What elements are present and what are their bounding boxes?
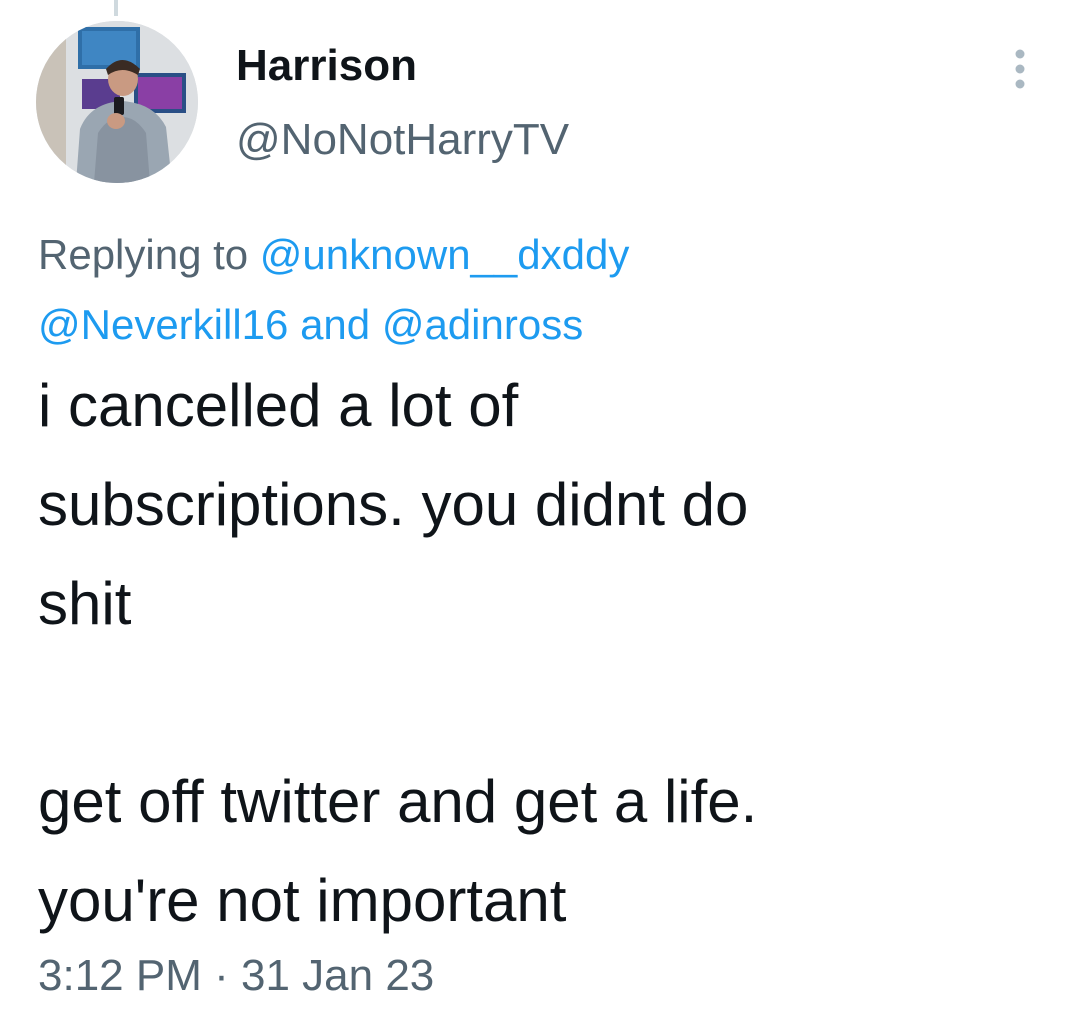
mention-link-unknown-dxddy[interactable]: @unknown__dxddy xyxy=(260,231,630,278)
replying-to-line: Replying to @unknown__dxddy @Neverkill16… xyxy=(38,220,1038,360)
more-vertical-icon xyxy=(1015,49,1025,89)
tweet-text-line: you're not important xyxy=(38,867,567,934)
tweet-text-line: i cancelled a lot of xyxy=(38,372,519,439)
mention-link-adinross[interactable]: @adinross xyxy=(382,301,583,348)
tweet-date[interactable]: 31 Jan 23 xyxy=(241,951,434,1000)
more-options-button[interactable] xyxy=(1002,46,1038,92)
tweet-text: i cancelled a lot of subscriptions. you … xyxy=(38,356,1048,950)
replying-to-connector: and xyxy=(300,301,371,348)
replying-to-label: Replying to xyxy=(38,231,249,278)
tweet-text-line: get off twitter and get a life. xyxy=(38,768,758,835)
tweet-text-line: subscriptions. you didnt do xyxy=(38,471,749,538)
tweet-time[interactable]: 3:12 PM xyxy=(38,951,202,1000)
author-handle[interactable]: @NoNotHarryTV xyxy=(236,112,569,168)
author-name[interactable]: Harrison xyxy=(236,38,417,94)
mention-link-neverkill16[interactable]: @Neverkill16 xyxy=(38,301,288,348)
thread-connector-line xyxy=(114,0,118,16)
avatar[interactable] xyxy=(36,21,198,183)
timestamp-separator: · xyxy=(214,951,229,1000)
tweet-text-line: shit xyxy=(38,570,132,637)
tweet-timestamp: 3:12 PM · 31 Jan 23 xyxy=(38,946,434,1006)
profile-photo xyxy=(36,21,198,183)
